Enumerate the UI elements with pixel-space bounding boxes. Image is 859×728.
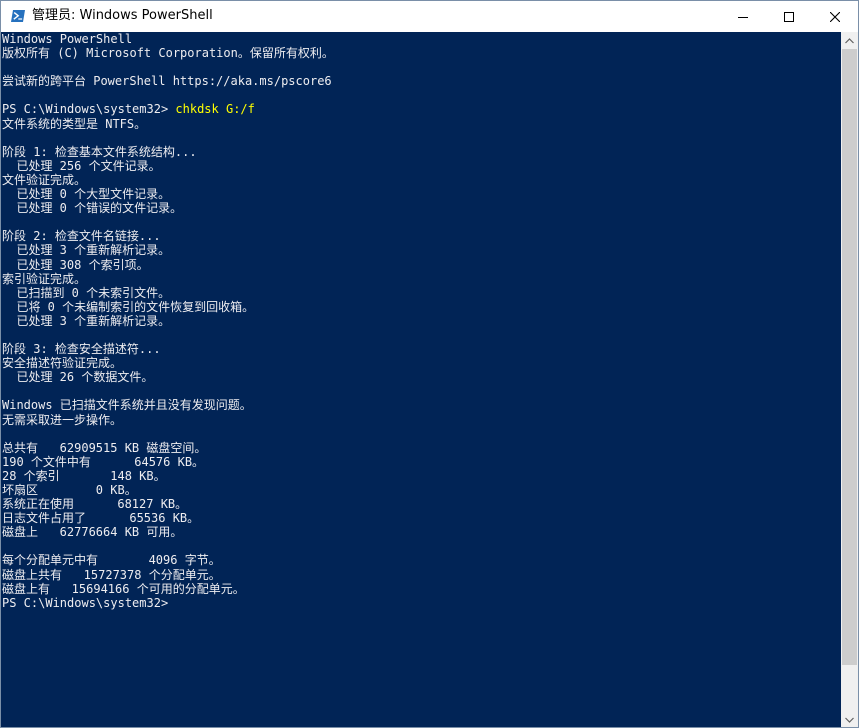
console-line: 坏扇区 0 KB。 — [2, 483, 137, 497]
console-line: 已处理 256 个文件记录。 — [2, 158, 161, 173]
console-line: 总共有 62909515 KB 磁盘空间。 — [2, 440, 207, 455]
console-line: 文件系统的类型是 NTFS。 — [2, 116, 147, 131]
console-line: 已扫描到 0 个未索引文件。 — [2, 285, 171, 300]
console-line: 28 个索引 148 KB。 — [2, 468, 166, 483]
console-line: 已处理 3 个重新解析记录。 — [2, 313, 171, 328]
scroll-up-arrow-icon — [845, 37, 854, 43]
console-line: 已处理 3 个重新解析记录。 — [2, 243, 171, 258]
console-line: 已将 0 个未编制索引的文件恢复到回收箱。 — [2, 299, 255, 314]
scroll-thumb[interactable] — [842, 49, 857, 665]
maximize-button[interactable] — [766, 1, 812, 32]
console-line: PS C:\Windows\system32> — [2, 595, 169, 610]
console-line: 阶段 3: 检查安全描述符... — [2, 342, 161, 357]
console-line: 版权所有 (C) Microsoft Corporation。保留所有权利。 — [2, 46, 334, 61]
scroll-down-button[interactable] — [841, 711, 858, 727]
console-line: 已处理 308 个索引项。 — [2, 257, 149, 272]
title-bar[interactable]: 管理员: Windows PowerShell — [1, 1, 858, 32]
console-line: 索引验证完成。 — [2, 271, 87, 286]
console-line: 日志文件占用了 65536 KB。 — [2, 511, 200, 526]
console-line: 安全描述符验证完成。 — [2, 356, 123, 371]
scroll-up-button[interactable] — [841, 32, 858, 49]
console-line: 磁盘上共有 15727378 个分配单元。 — [2, 567, 221, 582]
close-icon — [830, 11, 840, 22]
console-line: 无需采取进一步操作。 — [2, 412, 123, 427]
console-line: 阶段 2: 检查文件名链接... — [2, 229, 161, 244]
console-line: 已处理 0 个错误的文件记录。 — [2, 201, 183, 216]
console-line: Windows 已扫描文件系统并且没有发现问题。 — [2, 398, 252, 413]
maximize-icon — [784, 11, 794, 22]
console-line: 文件验证完成。 — [2, 172, 87, 187]
scroll-down-arrow-icon — [845, 717, 854, 723]
console-line: 每个分配单元中有 4096 字节。 — [2, 553, 221, 568]
vertical-scrollbar[interactable] — [841, 32, 858, 727]
console-line: 阶段 1: 检查基本文件系统结构... — [2, 144, 197, 159]
console-line: 尝试新的跨平台 PowerShell https://aka.ms/pscore… — [2, 74, 332, 89]
powershell-icon — [10, 8, 26, 24]
window-title: 管理员: Windows PowerShell — [32, 8, 213, 23]
prompt-text: PS C:\Windows\system32> — [2, 102, 176, 117]
console-line: 系统正在使用 68127 KB。 — [2, 497, 188, 512]
powershell-window: 管理员: Windows PowerShell Windows PowerShe… — [0, 0, 859, 728]
console-line: 磁盘上 62776664 KB 可用。 — [2, 525, 183, 540]
console-output[interactable]: Windows PowerShell 版权所有 (C) Microsoft Cor… — [1, 32, 841, 727]
console-line: 已处理 26 个数据文件。 — [2, 370, 154, 385]
console-line: 磁盘上有 15694166 个可用的分配单元。 — [2, 581, 245, 596]
console-line: 已处理 0 个大型文件记录。 — [2, 187, 171, 202]
console-line: 190 个文件中有 64576 KB。 — [2, 454, 205, 469]
minimize-button[interactable] — [720, 1, 766, 32]
minimize-icon — [738, 16, 748, 18]
prompt-line: PS C:\Windows\system32> chkdsk G:/f — [2, 102, 841, 116]
command-text: chkdsk G:/f — [175, 102, 255, 117]
console-text: Windows PowerShell 版权所有 (C) Microsoft Cor… — [1, 32, 841, 610]
close-button[interactable] — [812, 1, 858, 32]
console-line: Windows PowerShell — [2, 32, 133, 46]
